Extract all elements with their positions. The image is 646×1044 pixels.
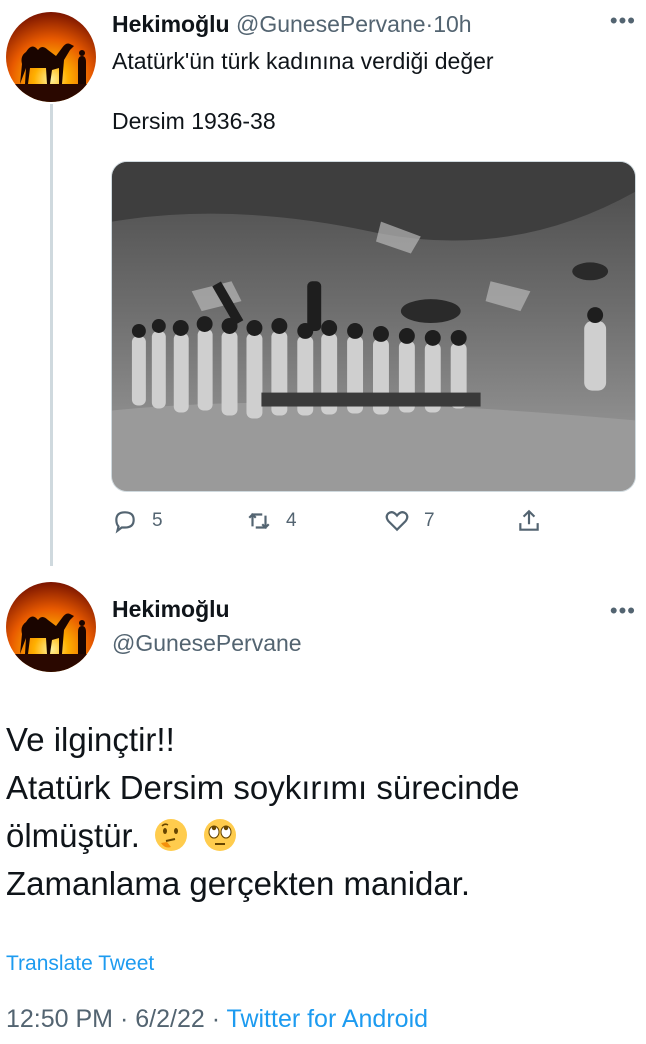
tweet-time[interactable]: 12:50 PM [6,1005,113,1033]
tweet-photo[interactable] [111,161,636,492]
retweet-count: 4 [286,510,297,531]
tweet-meta: 12:50 PM · 6/2/22 · Twitter for Android [6,1005,428,1034]
tweet-actions: 5 4 7 [112,508,542,538]
tweet2-line: Zamanlama gerçekten manidar. [6,865,471,902]
thread-line [50,104,53,566]
face-with-rolling-eyes-emoji-icon [204,819,237,851]
camel-sunset-avatar-icon [6,582,96,672]
retweet-button[interactable]: 4 [246,508,297,534]
tweet1-header: Hekimoğlu @GunesePervane·10h [112,10,472,38]
tweet2-line: Ve ilginçtir!! [6,721,175,758]
meta-separator: · [211,1005,221,1033]
tweet2-line: Atatürk Dersim soykırımı sürecinde [6,769,520,806]
share-button[interactable] [516,508,542,534]
thinking-face-emoji-icon [155,819,188,851]
like-count: 7 [424,510,435,531]
retweet-icon [248,512,270,530]
tweet1-line: Dersim 1936-38 [112,108,276,134]
more-icon[interactable]: ••• [610,598,636,624]
tweet-source[interactable]: Twitter for Android [227,1005,428,1033]
translate-tweet-link[interactable]: Translate Tweet [6,952,154,976]
tweet-time[interactable]: 10h [433,11,471,37]
more-icon[interactable]: ••• [610,8,636,34]
author-handle[interactable]: @GunesePervane [112,630,302,657]
like-button[interactable]: 7 [384,508,435,534]
tweet2-line: ölmüştür. [6,817,140,854]
author-handle[interactable]: @GunesePervane [236,11,426,37]
reply-icon [115,511,135,534]
tweet1-line: Atatürk'ün türk kadınına verdiği değer [112,48,494,74]
reply-button[interactable]: 5 [112,508,163,534]
heart-icon [385,511,409,532]
photo-image [112,162,635,491]
reply-count: 5 [152,510,163,531]
tweet2-body: Ve ilginçtir!! Atatürk Dersim soykırımı … [6,716,519,908]
tweet1-text: Atatürk'ün türk kadınına verdiği değer D… [112,46,494,136]
meta-separator: · [119,1005,129,1033]
author-name[interactable]: Hekimoğlu [112,596,230,623]
avatar[interactable] [6,582,96,672]
share-icon [519,509,539,531]
avatar[interactable] [6,12,96,102]
author-name[interactable]: Hekimoğlu [112,11,230,37]
camel-sunset-avatar-icon [6,12,96,102]
tweet-date[interactable]: 6/2/22 [135,1005,205,1033]
tweet2-line-with-emoji: ölmüştür. [6,812,519,860]
